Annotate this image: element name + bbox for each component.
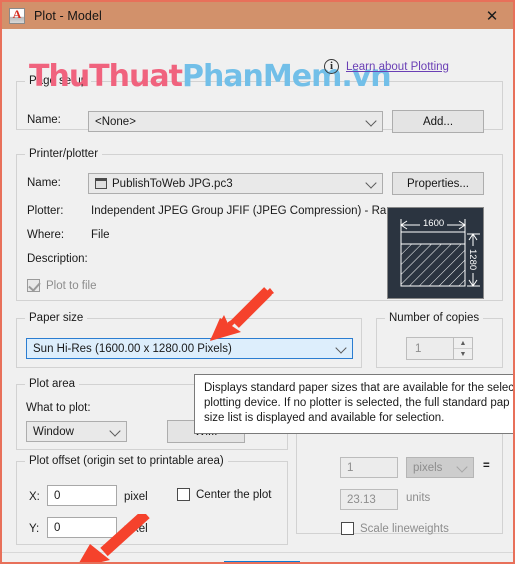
- scale-numerator-unit: pixels: [413, 461, 443, 474]
- plotter-label: Plotter:: [27, 205, 64, 217]
- center-the-plot-checkbox[interactable]: [177, 488, 190, 501]
- scale-lineweights-row[interactable]: Scale lineweights: [341, 522, 449, 535]
- chevron-down-icon: [365, 176, 377, 189]
- learn-about-plotting-row: i Learn about Plotting: [324, 59, 449, 74]
- where-value: File: [91, 229, 110, 241]
- printer-properties-button[interactable]: Properties...: [392, 172, 484, 195]
- number-of-copies-legend: Number of copies: [385, 312, 484, 324]
- scale-lineweights-checkbox[interactable]: [341, 522, 354, 535]
- printer-name-combobox[interactable]: PublishToWeb JPG.pc3: [88, 173, 383, 194]
- spinner-buttons[interactable]: ▲ ▼: [453, 338, 472, 359]
- page-setup-name-label: Name:: [27, 114, 61, 126]
- offset-y-value: 0: [54, 521, 61, 534]
- preview-height-label: 1280: [467, 246, 478, 274]
- spinner-up-icon[interactable]: ▲: [454, 338, 472, 349]
- dialog-body: ThuThuatPhanMem.vn i Learn about Plottin…: [2, 29, 515, 562]
- scale-numerator-value: 1: [347, 461, 354, 474]
- scale-numerator-unit-combobox[interactable]: pixels: [406, 457, 474, 478]
- chevron-down-icon: [456, 460, 468, 473]
- learn-about-plotting-link[interactable]: Learn about Plotting: [346, 61, 449, 73]
- bottom-separator: [2, 552, 513, 553]
- scale-equals-sign: =: [483, 460, 490, 472]
- page-setup-name-value: <None>: [95, 115, 136, 128]
- preview-width-label: 1600: [420, 218, 448, 229]
- window-title: Plot - Model: [34, 8, 102, 23]
- printer-plotter-legend: Printer/plotter: [25, 148, 103, 160]
- scale-denominator-input[interactable]: 23.13: [340, 489, 398, 510]
- autocad-a-icon: A: [9, 7, 25, 24]
- plot-to-file-checkbox[interactable]: [27, 279, 40, 292]
- paper-size-value: Sun Hi-Res (1600.00 x 1280.00 Pixels): [33, 342, 232, 355]
- add-page-setup-button[interactable]: Add...: [392, 110, 484, 133]
- plotter-value: Independent JPEG Group JFIF (JPEG Compre…: [91, 205, 396, 217]
- scale-denominator-unit: units: [406, 492, 431, 504]
- offset-x-label: X:: [29, 491, 40, 503]
- printer-name-label: Name:: [27, 177, 61, 189]
- spinner-down-icon[interactable]: ▼: [454, 349, 472, 359]
- paper-size-combobox[interactable]: Sun Hi-Res (1600.00 x 1280.00 Pixels): [26, 338, 353, 359]
- chevron-down-icon: [335, 341, 347, 354]
- center-the-plot-label: Center the plot: [196, 488, 272, 501]
- offset-y-unit: pixel: [124, 523, 148, 535]
- page-setup-name-combobox[interactable]: <None>: [88, 111, 383, 132]
- plot-area-legend: Plot area: [25, 378, 80, 390]
- scale-numerator-input[interactable]: 1: [340, 457, 398, 478]
- chevron-down-icon: [365, 114, 377, 127]
- title-bar: A Plot - Model ✕: [2, 2, 513, 29]
- tooltip-line-1: Displays standard paper sizes that are a…: [204, 382, 515, 394]
- offset-y-input[interactable]: 0: [47, 517, 117, 538]
- paper-size-preview: 1600 1280: [387, 207, 484, 299]
- description-label: Description:: [27, 253, 88, 265]
- scale-denominator-value: 23.13: [347, 493, 376, 506]
- paper-size-tooltip: Displays standard paper sizes that are a…: [194, 374, 515, 434]
- close-icon[interactable]: ✕: [471, 2, 513, 29]
- paper-size-legend: Paper size: [25, 312, 88, 324]
- plot-dialog-window: A Plot - Model ✕ ThuThuatPhanMem.vn i Le…: [0, 0, 515, 564]
- number-of-copies-value: 1: [415, 342, 422, 355]
- offset-x-value: 0: [54, 489, 61, 502]
- scale-lineweights-label: Scale lineweights: [360, 522, 449, 535]
- where-label: Where:: [27, 229, 65, 241]
- offset-x-unit: pixel: [124, 491, 148, 503]
- what-to-plot-value: Window: [33, 425, 74, 438]
- offset-x-input[interactable]: 0: [47, 485, 117, 506]
- tooltip-line-2: plotting device. If no plotter is select…: [204, 397, 510, 409]
- center-the-plot-row[interactable]: Center the plot: [177, 488, 271, 501]
- chevron-down-icon: [109, 424, 121, 437]
- tooltip-line-3: size list is displayed and available for…: [204, 412, 445, 424]
- what-to-plot-label: What to plot:: [26, 402, 91, 414]
- info-icon: i: [324, 59, 339, 74]
- printer-name-value: PublishToWeb JPG.pc3: [112, 177, 233, 190]
- number-of-copies-spinner[interactable]: 1 ▲ ▼: [406, 337, 473, 360]
- plot-to-file-row[interactable]: Plot to file: [27, 279, 97, 292]
- plotter-device-icon: [95, 178, 107, 189]
- plot-to-file-label: Plot to file: [46, 279, 97, 292]
- what-to-plot-combobox[interactable]: Window: [26, 421, 127, 442]
- page-setup-legend: Page setup: [25, 75, 92, 87]
- offset-y-label: Y:: [29, 523, 40, 535]
- plot-offset-legend: Plot offset (origin set to printable are…: [25, 455, 228, 467]
